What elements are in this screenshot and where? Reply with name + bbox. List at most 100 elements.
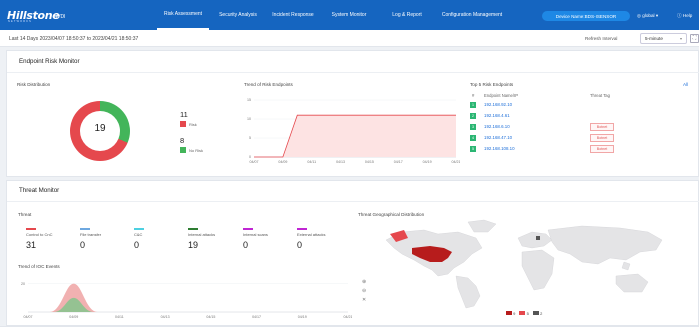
- top-navigation-bar: Hillstone NETWORKS iVDI Risk Assessment …: [0, 0, 699, 30]
- x-tick-label: 04/07: [250, 160, 259, 164]
- refresh-interval-select[interactable]: 5-minute ▾: [640, 33, 687, 44]
- device-name-badge[interactable]: Device Name:BDS-ISENSOR: [542, 11, 630, 21]
- endpoint-ip-link[interactable]: 192.168.4.61: [484, 113, 510, 118]
- threat-tag-badge: Botnet: [590, 145, 614, 153]
- column-header-threat-tag: Threat Tag: [590, 93, 610, 98]
- date-range-text: Last 14 Days 2023/04/07 18:50:37 to 2023…: [9, 36, 139, 42]
- x-tick-label: 04/13: [161, 315, 170, 319]
- threat-counter[interactable]: External attacks 0: [297, 228, 377, 250]
- map-zoom-out-icon[interactable]: ⊖: [362, 288, 366, 294]
- legend-swatch-medium: [519, 311, 526, 315]
- rank-badge: 4: [470, 135, 476, 141]
- threat-tag-badge: Botnet: [590, 134, 614, 142]
- column-header-endpoint[interactable]: Endpoint Name/IP: [484, 93, 518, 98]
- rank-badge: 5: [470, 146, 476, 152]
- trend-risk-endpoints-label: Trend of Risk Endpoints: [244, 82, 293, 87]
- table-row[interactable]: 3 192.168.6.10 Botnet: [470, 123, 680, 133]
- threat-type-label: External attacks: [297, 231, 326, 237]
- x-tick-label: 04/19: [423, 160, 432, 164]
- endpoint-ip-link[interactable]: 192.168.47.10: [484, 135, 512, 140]
- legend-swatch-high: [506, 311, 512, 315]
- panel-divider: [7, 201, 699, 202]
- x-tick-label: 04/11: [307, 160, 316, 164]
- table-row[interactable]: 5 192.168.108.10 Botnet: [470, 145, 680, 155]
- trend-ioc-events-label: Trend of IOC Events: [18, 264, 60, 269]
- nav-incident-response[interactable]: Incident Response: [266, 0, 320, 30]
- legend-value-low: 2: [540, 311, 543, 316]
- y-tick-label: 20: [21, 282, 25, 286]
- risk-endpoints-trend-chart[interactable]: 0 5 10 15 04/07 04/09 04/11 04/13 04/15 04/17 04/1…: [240, 92, 460, 167]
- map-legend: 9 5 2: [506, 311, 542, 316]
- user-menu[interactable]: ◎ global ▾: [637, 13, 658, 19]
- refresh-interval-value: 5-minute: [645, 36, 663, 41]
- table-row[interactable]: 1 192.168.92.10: [470, 101, 680, 111]
- world-threat-map[interactable]: [372, 218, 690, 310]
- nav-configuration-management[interactable]: Configuration Management: [436, 0, 508, 30]
- x-tick-label: 04/19: [298, 315, 307, 319]
- nav-security-analysis[interactable]: Security Analysis: [212, 0, 264, 30]
- product-name: iVDI: [56, 14, 66, 20]
- x-tick-label: 04/09: [278, 160, 287, 164]
- donut-total-count: 19: [94, 123, 106, 134]
- x-tick-label: 04/21: [344, 315, 353, 319]
- x-tick-label: 04/13: [336, 160, 345, 164]
- table-row[interactable]: 2 192.168.4.61: [470, 112, 680, 122]
- table-row[interactable]: 4 192.168.47.10 Botnet: [470, 134, 680, 144]
- brand-logo-subtitle: NETWORKS: [8, 20, 33, 23]
- help-icon: ⓘ: [677, 13, 682, 18]
- risk-area: [254, 115, 456, 157]
- risk-legend-label[interactable]: Risk: [189, 122, 197, 127]
- ioc-events-trend-chart[interactable]: 20 04/07 04/09 04/11 04/13 04/15 04/17 04/19 04/…: [16, 276, 352, 322]
- nav-log-report[interactable]: Log & Report: [385, 0, 429, 30]
- threat-color-bar: [80, 228, 90, 230]
- chevron-down-icon: ▾: [679, 36, 682, 41]
- refresh-interval-label: Refresh Interval: [585, 36, 618, 41]
- help-link[interactable]: ⓘ Help: [677, 13, 692, 19]
- panel-title: Endpoint Risk Monitor: [19, 58, 80, 65]
- endpoint-ip-link[interactable]: 192.168.92.10: [484, 102, 512, 107]
- threat-color-bar: [26, 228, 36, 230]
- nav-system-monitor[interactable]: System Monitor: [325, 0, 373, 30]
- threat-color-bar: [243, 228, 253, 230]
- fullscreen-icon[interactable]: ⛶: [690, 34, 699, 43]
- europe-highlight[interactable]: [536, 236, 540, 240]
- panel-title: Threat Monitor: [19, 187, 60, 194]
- user-icon: ◎: [637, 13, 642, 18]
- nav-risk-assessment[interactable]: Risk Assessment: [157, 0, 209, 30]
- user-name: global: [642, 13, 655, 18]
- help-label: Help: [682, 13, 693, 18]
- column-header-index: #: [472, 93, 475, 98]
- threat-color-bar: [297, 228, 307, 230]
- endpoint-ip-link[interactable]: 192.168.108.10: [484, 146, 515, 151]
- risk-legend-swatch: [180, 121, 186, 127]
- x-tick-label: 04/15: [206, 315, 215, 319]
- no-risk-count: 8: [180, 136, 185, 145]
- threat-color-bar: [134, 228, 144, 230]
- next-section-strip: [0, 326, 699, 332]
- map-reset-icon[interactable]: ✕: [362, 297, 366, 303]
- x-tick-label: 04/07: [24, 315, 33, 319]
- no-risk-legend-label[interactable]: No Risk: [189, 148, 203, 153]
- rank-badge: 1: [470, 102, 476, 108]
- legend-swatch-low: [532, 311, 539, 315]
- chevron-down-icon: ▾: [655, 13, 659, 18]
- y-tick-label: 0: [249, 155, 251, 159]
- top5-risk-endpoints-label: Top 5 Risk Endpoints: [470, 82, 514, 87]
- y-tick-label: 5: [249, 136, 251, 140]
- panel-divider: [7, 72, 699, 73]
- endpoint-ip-link[interactable]: 192.168.6.10: [484, 124, 510, 129]
- threat-tag-badge: Botnet: [590, 123, 614, 131]
- time-range-bar: Last 14 Days 2023/04/07 18:50:37 to 2023…: [0, 30, 699, 47]
- risk-count: 11: [180, 110, 188, 119]
- x-tick-label: 04/15: [365, 160, 374, 164]
- x-tick-label: 04/17: [394, 160, 403, 164]
- rank-badge: 2: [470, 113, 476, 119]
- map-zoom-in-icon[interactable]: ⊕: [362, 279, 366, 285]
- x-tick-label: 04/11: [115, 315, 124, 319]
- risk-distribution-label: Risk Distribution: [17, 82, 51, 87]
- view-all-link[interactable]: All: [683, 82, 688, 87]
- continent-shapes: [385, 219, 663, 309]
- threat-color-bar: [188, 228, 198, 230]
- no-risk-legend-swatch: [180, 147, 186, 153]
- threat-geo-distribution-label: Threat Geographical Distribution: [358, 212, 425, 217]
